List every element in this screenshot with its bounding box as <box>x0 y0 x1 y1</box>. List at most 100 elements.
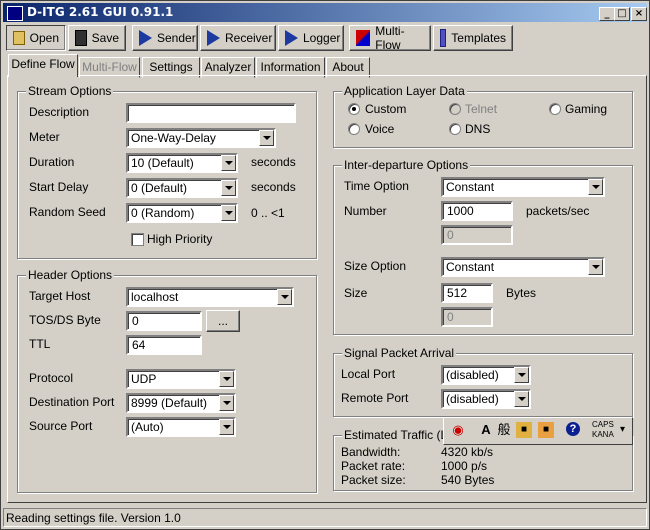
tab-define-flow[interactable]: Define Flow <box>8 54 78 77</box>
ttl-label: TTL <box>29 337 51 351</box>
voice-radio[interactable] <box>348 123 360 135</box>
multiflow-button[interactable]: Multi-Flow <box>349 24 431 52</box>
size-option-label: Size Option <box>344 259 407 273</box>
local-port-label: Local Port <box>341 367 396 381</box>
destination-port-select[interactable]: 8999 (Default) <box>126 393 236 413</box>
dictionary-icon[interactable]: ■ <box>516 422 532 438</box>
high-priority-checkbox[interactable] <box>131 233 144 246</box>
pad-icon[interactable]: ■ <box>538 422 554 438</box>
duration-select[interactable]: 10 (Default) <box>126 153 238 173</box>
logger-button[interactable]: Logger <box>278 25 344 51</box>
target-host-label: Target Host <box>29 289 91 303</box>
options-icon[interactable]: ▾ <box>620 424 625 435</box>
status-text: Reading settings file. Version 1.0 <box>6 511 181 525</box>
description-input[interactable] <box>126 103 296 123</box>
custom-label: Custom <box>365 102 407 116</box>
gaming-label: Gaming <box>565 102 608 116</box>
destination-port-value: 8999 (Default) <box>131 396 208 410</box>
size-input[interactable]: 512 <box>441 283 493 303</box>
size-option-select[interactable]: Constant <box>441 257 605 277</box>
start-delay-unit: seconds <box>251 180 296 194</box>
number-unit: packets/sec <box>526 204 590 218</box>
destination-port-label: Destination Port <box>29 395 115 409</box>
group-title: Signal Packet Arrival <box>342 346 457 360</box>
open-button[interactable]: Open <box>6 25 66 51</box>
remote-port-value: (disabled) <box>446 392 499 406</box>
telnet-radio[interactable] <box>449 103 461 115</box>
start-delay-label: Start Delay <box>29 180 89 194</box>
remote-port-select[interactable]: (disabled) <box>441 389 531 409</box>
chevron-down-icon[interactable] <box>277 289 292 305</box>
sender-label: Sender <box>157 31 196 45</box>
chevron-down-icon[interactable] <box>588 179 603 195</box>
size-extra-input[interactable]: 0 <box>441 307 493 327</box>
random-seed-select[interactable]: 0 (Random) <box>126 203 238 223</box>
local-port-value: (disabled) <box>446 368 499 382</box>
start-delay-value: 0 (Default) <box>131 181 188 195</box>
protocol-value: UDP <box>131 372 157 386</box>
chevron-down-icon[interactable] <box>588 259 603 275</box>
ttl-input[interactable]: 64 <box>126 335 202 355</box>
description-label: Description <box>29 105 90 119</box>
chevron-down-icon[interactable] <box>221 155 236 171</box>
input-mode-icon[interactable]: A <box>478 422 494 438</box>
floppy-icon <box>75 30 87 46</box>
number-input[interactable]: 1000 <box>441 201 513 221</box>
app-icon <box>7 6 23 21</box>
templates-button[interactable]: Templates <box>433 25 513 51</box>
folder-icon <box>13 31 25 45</box>
sender-button[interactable]: Sender <box>132 25 198 51</box>
duration-unit: seconds <box>251 155 296 169</box>
packet-size-value: 540 Bytes <box>441 473 495 487</box>
packet-rate-label: Packet rate: <box>341 459 406 473</box>
random-seed-value: 0 (Random) <box>131 206 195 220</box>
time-option-select[interactable]: Constant <box>441 177 605 197</box>
tos-options-label: ... <box>217 314 228 328</box>
tos-input[interactable]: 0 <box>126 311 202 331</box>
duration-label: Duration <box>29 155 75 169</box>
remote-port-label: Remote Port <box>341 391 409 405</box>
meter-value: One-Way-Delay <box>131 131 216 145</box>
dns-radio[interactable] <box>449 123 461 135</box>
open-label: Open <box>29 31 59 45</box>
time-option-value: Constant <box>446 180 495 194</box>
chevron-down-icon[interactable] <box>514 391 529 407</box>
size-label: Size <box>344 286 368 300</box>
duration-value: 10 (Default) <box>131 156 194 170</box>
meter-label: Meter <box>29 130 60 144</box>
close-button[interactable]: × <box>631 7 647 21</box>
tos-options-button[interactable]: ... <box>206 310 240 332</box>
chevron-down-icon[interactable] <box>514 367 529 383</box>
local-port-select[interactable]: (disabled) <box>441 365 531 385</box>
dns-label: DNS <box>465 122 491 136</box>
conversion-mode-icon[interactable]: 般 <box>496 422 512 438</box>
protocol-select[interactable]: UDP <box>126 369 236 389</box>
chevron-down-icon[interactable] <box>221 205 236 221</box>
templates-icon <box>440 29 447 47</box>
meter-select[interactable]: One-Way-Delay <box>126 128 276 148</box>
maximize-button[interactable]: □ <box>614 7 630 21</box>
save-button[interactable]: Save <box>68 25 126 51</box>
custom-radio[interactable] <box>348 103 360 115</box>
logger-label: Logger <box>303 31 341 45</box>
chevron-down-icon[interactable] <box>259 130 274 146</box>
help-icon[interactable]: ? <box>566 422 580 436</box>
app-layer-group: Application Layer Data <box>333 84 633 148</box>
chevron-down-icon[interactable] <box>221 180 236 196</box>
minimize-button[interactable]: _ <box>599 7 615 21</box>
play-icon <box>285 30 298 46</box>
receiver-button[interactable]: Receiver <box>200 25 276 51</box>
number-extra-input[interactable]: 0 <box>441 225 513 245</box>
target-host-value: localhost <box>131 290 179 304</box>
source-port-select[interactable]: (Auto) <box>126 417 236 437</box>
telnet-label: Telnet <box>465 102 498 116</box>
random-seed-hint: 0 .. <1 <box>251 206 285 220</box>
chevron-down-icon[interactable] <box>219 371 234 387</box>
chevron-down-icon[interactable] <box>219 395 234 411</box>
start-delay-select[interactable]: 0 (Default) <box>126 178 238 198</box>
target-host-select[interactable]: localhost <box>126 287 294 307</box>
chevron-down-icon[interactable] <box>219 419 234 435</box>
gaming-radio[interactable] <box>549 103 561 115</box>
status-bar: Reading settings file. Version 1.0 <box>3 508 647 527</box>
ime-icon[interactable]: ◉ <box>450 422 466 438</box>
